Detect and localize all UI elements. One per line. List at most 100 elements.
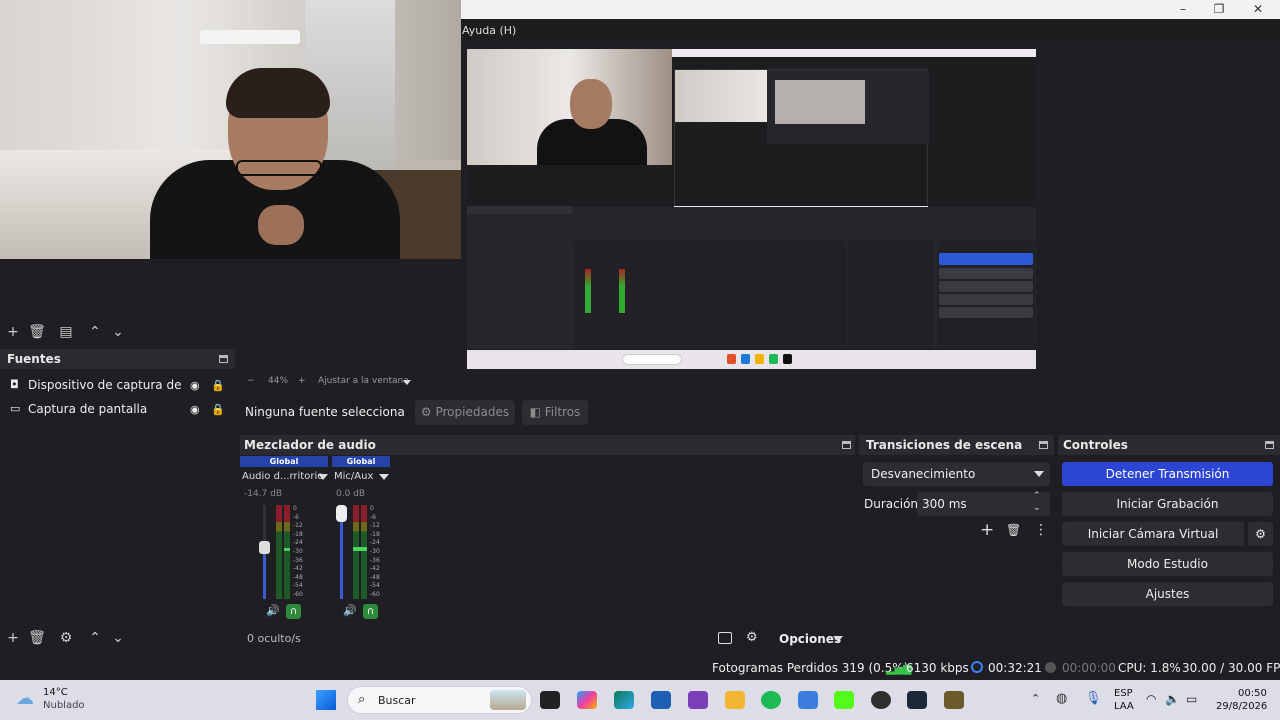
lock-icon[interactable]: 🔒 [211,379,225,392]
clock-date[interactable]: 29/8/2026 [1216,701,1267,712]
speaker-icon[interactable]: 🔊 [343,604,357,617]
wifi-icon[interactable]: ◠ [1146,692,1156,706]
copilot-icon[interactable] [577,691,597,709]
screen-capture-preview[interactable] [467,49,1036,369]
volume-icon[interactable]: 🔈 [1165,692,1180,706]
nested-taskbar-icon [741,354,750,364]
game-icon[interactable] [944,691,964,709]
move-up-icon[interactable]: ⌃ [85,322,105,342]
file-explorer-icon[interactable] [725,691,745,709]
undock-icon[interactable] [842,441,851,449]
source-item-screen-capture[interactable]: ▭ Captura de pantalla ◉ 🔒 [0,397,235,421]
audio-meter-left [353,505,359,599]
meter-tick: 0 [293,505,297,512]
store-icon[interactable] [651,691,671,709]
start-recording-button[interactable]: Iniciar Grabación [1062,492,1273,516]
language-code[interactable]: ESP [1114,688,1133,699]
restore-button[interactable]: ❐ [1199,0,1239,19]
meter-scale: 0 -6 -12 -18 -24 -30 -36 -42 -48 -54 -60 [293,505,307,600]
volume-slider-handle[interactable] [259,541,270,554]
tray-app-icon[interactable]: ◍ [1056,691,1067,706]
meter-tick: -54 [370,582,380,590]
spotify-icon[interactable] [761,691,781,709]
weather-temp[interactable]: 14°C [43,687,68,698]
visibility-eye-icon[interactable]: ◉ [190,379,203,392]
webcam-preview[interactable] [0,0,461,259]
start-virtual-camera-button[interactable]: Iniciar Cámara Virtual [1062,522,1244,546]
app-icon[interactable] [688,691,708,709]
virtual-camera-gear-icon[interactable]: ⚙ [1248,522,1273,546]
settings-button[interactable]: Ajustes [1062,582,1273,606]
kick-icon[interactable] [834,691,854,709]
webcam-person-glasses [236,160,322,176]
obs-icon[interactable] [871,691,891,709]
source-up-icon[interactable]: ⌃ [85,628,105,648]
visibility-eye-icon[interactable]: ◉ [190,403,203,416]
edge-icon[interactable] [614,691,634,709]
transition-selected: Desvanecimiento [871,467,976,481]
snipping-tool-icon[interactable] [798,691,818,709]
mixer-settings-gear-icon[interactable]: ⚙ [746,630,758,645]
keyboard-layout[interactable]: LAA [1114,701,1134,712]
layout-toggle-icon[interactable] [718,632,732,644]
add-source-icon[interactable]: + [3,628,23,648]
weather-cloud-icon[interactable]: ☁ [16,688,34,709]
options-dropdown-icon[interactable] [833,636,843,642]
move-down-icon[interactable]: ⌄ [108,322,128,342]
close-button[interactable]: ✕ [1238,0,1278,19]
meter-scale: 0 -6 -12 -18 -24 -30 -36 -42 -48 -54 -60 [370,505,384,600]
record-status-icon [1045,662,1056,673]
spin-down-icon[interactable]: ⌄ [1033,503,1041,513]
channel-name[interactable]: Mic/Aux [334,471,373,482]
mixer-footer [240,627,855,652]
weather-desc[interactable]: Nublado [43,700,85,711]
source-down-icon[interactable]: ⌄ [108,628,128,648]
bitrate: 6130 kbps [906,661,969,675]
tray-overflow-icon[interactable]: ⌃ [1031,692,1040,705]
remove-source-icon[interactable]: 🗑 [27,628,47,648]
mixer-options-button[interactable]: Opciones [779,632,841,646]
undock-icon[interactable] [219,355,228,363]
transition-dropdown-icon[interactable] [1034,471,1044,477]
meter-tick: -54 [293,582,303,590]
menu-help[interactable]: Ayuda (H) [462,24,516,37]
source-item-video-capture[interactable]: ◘ Dispositivo de captura de video ◉ 🔒 [0,373,235,397]
task-view-icon[interactable] [540,691,560,709]
source-settings-gear-icon[interactable]: ⚙ [56,628,76,648]
microphone-icon[interactable]: 🎙 [1085,691,1102,706]
steam-icon[interactable] [907,691,927,709]
headphones-monitor-icon[interactable]: ∩ [286,604,301,619]
battery-icon[interactable]: ▭ [1186,692,1197,706]
undock-icon[interactable] [1039,441,1048,449]
zoom-out-button[interactable]: − [247,376,255,386]
spin-up-icon[interactable]: ⌃ [1033,491,1041,501]
channel-name[interactable]: Audio d...rritorio [242,471,323,482]
speaker-icon[interactable]: 🔊 [266,604,280,617]
fit-to-window[interactable]: Ajustar a la ventana [318,376,409,386]
minimize-button[interactable]: – [1163,0,1203,19]
meter-tick: -42 [370,565,380,573]
channel-menu-icon[interactable] [379,474,389,480]
windows-start-icon[interactable] [316,690,336,710]
stop-stream-button[interactable]: Detener Transmisión [1062,462,1273,486]
add-transition-icon[interactable]: + [980,520,994,540]
remove-transition-icon[interactable]: 🗑 [1006,523,1021,537]
trash-icon[interactable]: 🗑 [27,322,47,342]
filters-button[interactable]: ◧ Filtros [522,400,588,425]
channel-menu-icon[interactable] [318,474,328,480]
studio-mode-button[interactable]: Modo Estudio [1062,552,1273,576]
duration-label: Duración [864,497,919,511]
headphones-monitor-icon[interactable]: ∩ [363,604,378,619]
zoom-in-button[interactable]: + [298,376,306,386]
meter-tick: -48 [370,573,380,581]
properties-button[interactable]: ⚙ Propiedades [415,400,515,425]
zoom-dropdown-icon[interactable] [403,380,411,385]
undock-icon[interactable] [1265,441,1274,449]
lock-icon[interactable]: 🔒 [211,403,225,416]
volume-slider-handle[interactable] [336,505,347,522]
add-icon[interactable]: + [3,322,23,342]
clock-time[interactable]: 00:50 [1238,688,1267,699]
transition-more-icon[interactable]: ⋮ [1034,522,1048,538]
search-icon: ⌕ [358,692,366,707]
filter-icon[interactable]: ▤ [56,322,76,342]
